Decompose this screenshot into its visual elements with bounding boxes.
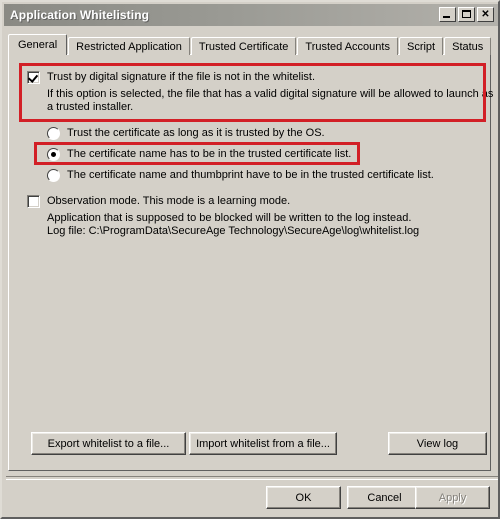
- general-tab-panel: Trust by digital signature if the file i…: [8, 54, 494, 471]
- tab-strip: General Restricted Application Trusted C…: [8, 34, 492, 55]
- export-whitelist-button[interactable]: Export whitelist to a file...: [31, 432, 186, 455]
- close-icon: ✕: [481, 8, 490, 20]
- tab-general-label: General: [18, 39, 58, 51]
- certificate-option-name-thumbprint-radio[interactable]: [47, 169, 60, 182]
- certificate-option-name-thumbprint-row[interactable]: The certificate name and thumbprint have…: [47, 169, 434, 182]
- tab-status-label: Status: [452, 40, 484, 53]
- tab-script[interactable]: Script: [398, 37, 444, 55]
- import-whitelist-button-label: Import whitelist from a file...: [196, 437, 330, 450]
- maximize-button[interactable]: [458, 7, 475, 22]
- window-title: Application Whitelisting: [10, 8, 150, 22]
- maximize-icon: [462, 10, 471, 18]
- ok-button-label: OK: [295, 491, 312, 504]
- certificate-option-name-label: The certificate name has to be in the tr…: [67, 148, 352, 160]
- certificate-option-name-radio[interactable]: [47, 148, 60, 161]
- view-log-button[interactable]: View log: [388, 432, 487, 455]
- tab-trusted-certificate-label: Trusted Certificate: [198, 40, 289, 53]
- trust-signature-description-line2: a trusted installer.: [47, 101, 134, 113]
- apply-button: Apply: [415, 486, 490, 509]
- observation-mode-checkbox-row[interactable]: Observation mode. This mode is a learnin…: [27, 195, 290, 208]
- trust-signature-checkbox[interactable]: [27, 71, 40, 84]
- tab-trusted-certificate[interactable]: Trusted Certificate: [190, 37, 297, 55]
- trust-signature-description-line1: If this option is selected, the file tha…: [47, 88, 494, 100]
- radio-selected-dot-icon: [51, 152, 56, 157]
- cancel-button-label: Cancel: [367, 491, 402, 504]
- observation-mode-log-file: Log file: C:\ProgramData\SecureAge Techn…: [47, 225, 420, 237]
- observation-mode-description: Application that is supposed to be block…: [47, 212, 412, 224]
- application-whitelisting-window: Application Whitelisting ✕ General Restr…: [0, 0, 500, 519]
- apply-button-label: Apply: [438, 491, 467, 504]
- certificate-option-os-trusted-row[interactable]: Trust the certificate as long as it is t…: [47, 127, 325, 140]
- ok-button[interactable]: OK: [266, 486, 341, 509]
- import-whitelist-button[interactable]: Import whitelist from a file...: [189, 432, 337, 455]
- trust-signature-label: Trust by digital signature if the file i…: [47, 71, 315, 83]
- footer-divider: [6, 476, 498, 480]
- tab-restricted-application-label: Restricted Application: [76, 40, 182, 53]
- observation-mode-checkbox[interactable]: [27, 195, 40, 208]
- export-whitelist-button-label: Export whitelist to a file...: [47, 437, 170, 450]
- certificate-option-os-trusted-radio[interactable]: [47, 127, 60, 140]
- trust-signature-checkbox-row[interactable]: Trust by digital signature if the file i…: [27, 71, 315, 84]
- cancel-button[interactable]: Cancel: [347, 486, 422, 509]
- title-bar: Application Whitelisting ✕: [4, 4, 498, 26]
- tab-status[interactable]: Status: [444, 37, 492, 55]
- tab-trusted-accounts-label: Trusted Accounts: [305, 40, 390, 53]
- certificate-option-name-thumbprint-label: The certificate name and thumbprint have…: [67, 169, 434, 181]
- tab-script-label: Script: [406, 40, 436, 53]
- tab-general[interactable]: General: [8, 34, 68, 55]
- observation-mode-label: Observation mode. This mode is a learnin…: [47, 195, 291, 207]
- minimize-icon: [443, 16, 450, 18]
- minimize-button[interactable]: [439, 7, 456, 22]
- window-controls: ✕: [439, 7, 494, 22]
- checkmark-icon: [27, 72, 39, 83]
- certificate-option-os-trusted-label: Trust the certificate as long as it is t…: [67, 127, 325, 139]
- tab-restricted-application[interactable]: Restricted Application: [68, 37, 190, 55]
- certificate-option-name-row[interactable]: The certificate name has to be in the tr…: [47, 148, 351, 161]
- close-button[interactable]: ✕: [477, 7, 494, 22]
- tab-trusted-accounts[interactable]: Trusted Accounts: [297, 37, 398, 55]
- view-log-button-label: View log: [416, 437, 459, 450]
